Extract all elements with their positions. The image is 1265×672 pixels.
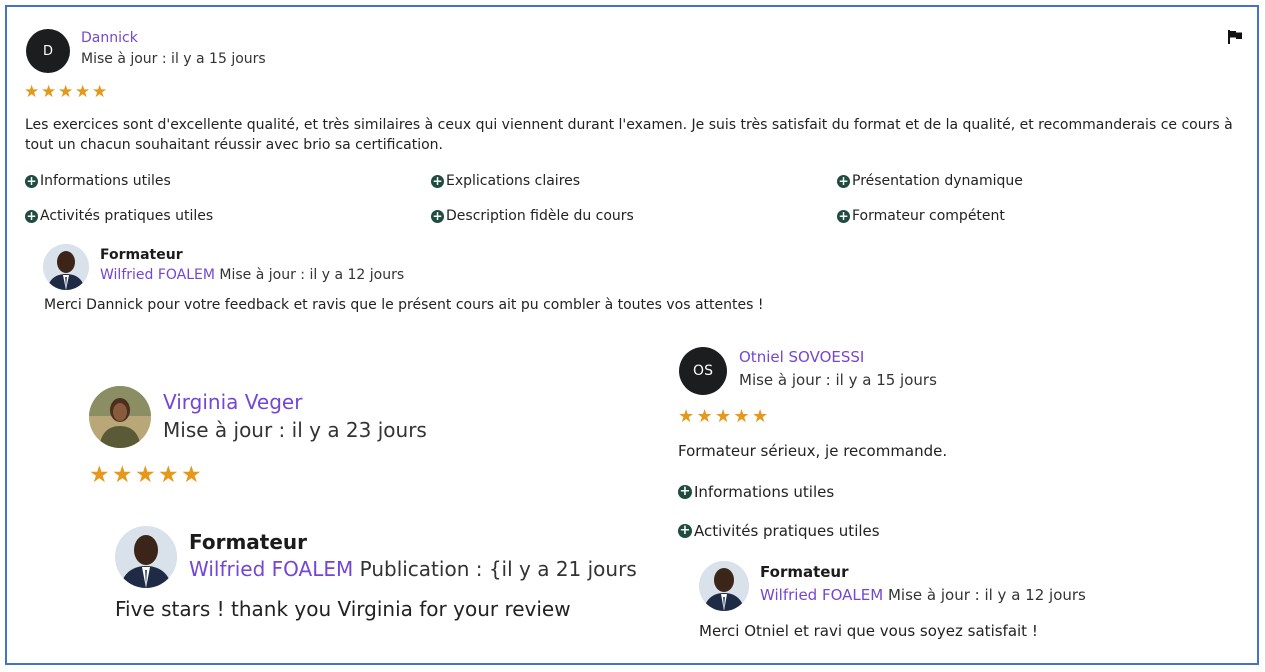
tag-item: + Informations utiles [678,483,835,501]
reply-text: Merci Dannick pour votre feedback et rav… [44,297,764,313]
plus-circle-icon: + [837,173,850,188]
plus-circle-icon: + [837,208,850,223]
tag-item: + Informations utiles [25,173,171,189]
reply-updated: Mise à jour : il y a 12 jours [219,267,405,283]
review-text: Les exercices sont d'excellente qualité,… [25,117,1233,153]
star-icon: ★ [92,82,108,102]
star-rating: ★ ★ ★ ★ ★ [24,83,109,101]
tag-item: + Formateur compétent [837,208,1005,224]
instructor-avatar [115,526,177,588]
reply-role: Formateur [760,563,849,581]
reviewer-name[interactable]: Otniel SOVOESSI [739,348,864,366]
star-icon: ★ [135,462,156,488]
reply-author-name[interactable]: Wilfried FOALEM [760,586,883,604]
reply-author-line: Wilfried FOALEM Mise à jour : il y a 12 … [760,586,1086,604]
plus-circle-icon: + [431,173,444,188]
reply-updated: Mise à jour : il y a 12 jours [887,586,1086,604]
review-text: Formateur sérieux, je recommande. [678,442,948,460]
star-icon: ★ [89,462,110,488]
star-icon: ★ [696,406,713,427]
star-icon: ★ [733,406,750,427]
instructor-avatar [43,244,89,290]
reply-author-line: Wilfried FOALEM Mise à jour : il y a 12 … [100,267,404,283]
star-icon: ★ [58,82,74,102]
plus-circle-icon: + [431,208,444,223]
tag-item: + Description fidèle du cours [431,208,634,224]
plus-circle-icon: + [25,208,38,223]
plus-circle-icon: + [678,484,692,499]
reviewer-name[interactable]: Virginia Veger [163,390,302,414]
review-updated: Mise à jour : il y a 15 jours [81,51,266,67]
star-icon: ★ [678,406,695,427]
reviewer-avatar: OS [679,347,727,395]
reply-author-line: Wilfried FOALEM Publication : {il y a 21… [189,557,637,581]
star-icon: ★ [112,462,133,488]
star-icon: ★ [24,82,40,102]
reply-role: Formateur [100,247,183,263]
star-rating: ★ ★ ★ ★ ★ [678,407,771,426]
instructor-avatar [699,561,749,611]
review-updated: Mise à jour : il y a 15 jours [739,371,937,389]
reply-updated: Publication : {il y a 21 jours [359,557,637,581]
flag-icon[interactable] [1227,29,1243,44]
star-icon: ★ [181,462,202,488]
reviewer-name[interactable]: Dannick [81,30,138,46]
star-icon: ★ [715,406,732,427]
tag-item: + Explications claires [431,173,581,189]
plus-circle-icon: + [678,523,692,538]
star-icon: ★ [158,462,179,488]
reviewer-avatar [89,386,151,448]
tag-item: + Activités pratiques utiles [678,522,880,540]
reply-author-name[interactable]: Wilfried FOALEM [100,267,215,283]
reply-text: Merci Otniel et ravi que vous soyez sati… [699,622,1038,640]
star-icon: ★ [41,82,57,102]
review-updated: Mise à jour : il y a 23 jours [163,418,427,442]
reply-author-name[interactable]: Wilfried FOALEM [189,557,353,581]
tag-item: + Présentation dynamique [837,173,1023,189]
star-icon: ★ [75,82,91,102]
star-icon: ★ [752,406,769,427]
plus-circle-icon: + [25,173,38,188]
reviewer-avatar: D [26,29,70,73]
reply-text: Five stars ! thank you Virginia for your… [115,597,571,621]
tag-item: + Activités pratiques utiles [25,208,214,224]
star-rating: ★ ★ ★ ★ ★ [89,463,204,487]
reply-role: Formateur [189,530,308,554]
